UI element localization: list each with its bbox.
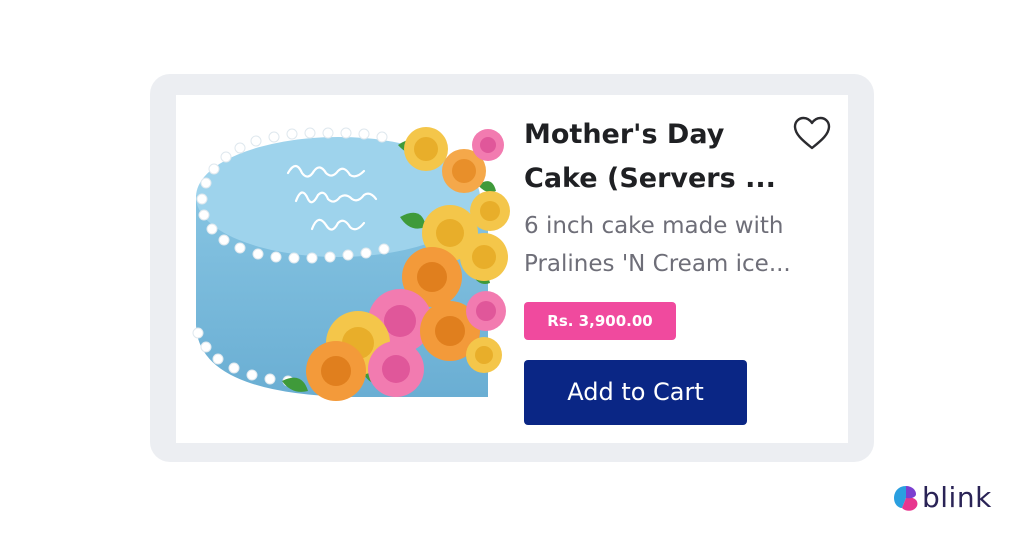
cake-image: [192, 127, 510, 401]
product-description: 6 inch cake made with Pralines 'N Cream …: [524, 207, 824, 283]
product-description-line-2: Pralines 'N Cream ice...: [524, 251, 791, 277]
brand-logo: blink: [892, 480, 1012, 516]
price-badge: Rs. 3,900.00: [524, 302, 676, 340]
wishlist-button[interactable]: [792, 115, 832, 153]
product-description-line-1: 6 inch cake made with: [524, 213, 784, 239]
product-card: Mother's Day Cake (Servers ... 6 inch ca…: [176, 95, 848, 443]
heart-outline-icon: [793, 116, 831, 150]
product-title-line-1: Mother's Day: [524, 119, 725, 150]
product-title-line-2: Cake (Servers ...: [524, 163, 776, 194]
product-image[interactable]: [188, 125, 510, 405]
add-to-cart-button[interactable]: Add to Cart: [524, 360, 747, 425]
blink-logo-icon: [894, 486, 918, 511]
brand-name: blink: [922, 481, 992, 514]
product-title[interactable]: Mother's Day Cake (Servers ...: [524, 113, 784, 201]
